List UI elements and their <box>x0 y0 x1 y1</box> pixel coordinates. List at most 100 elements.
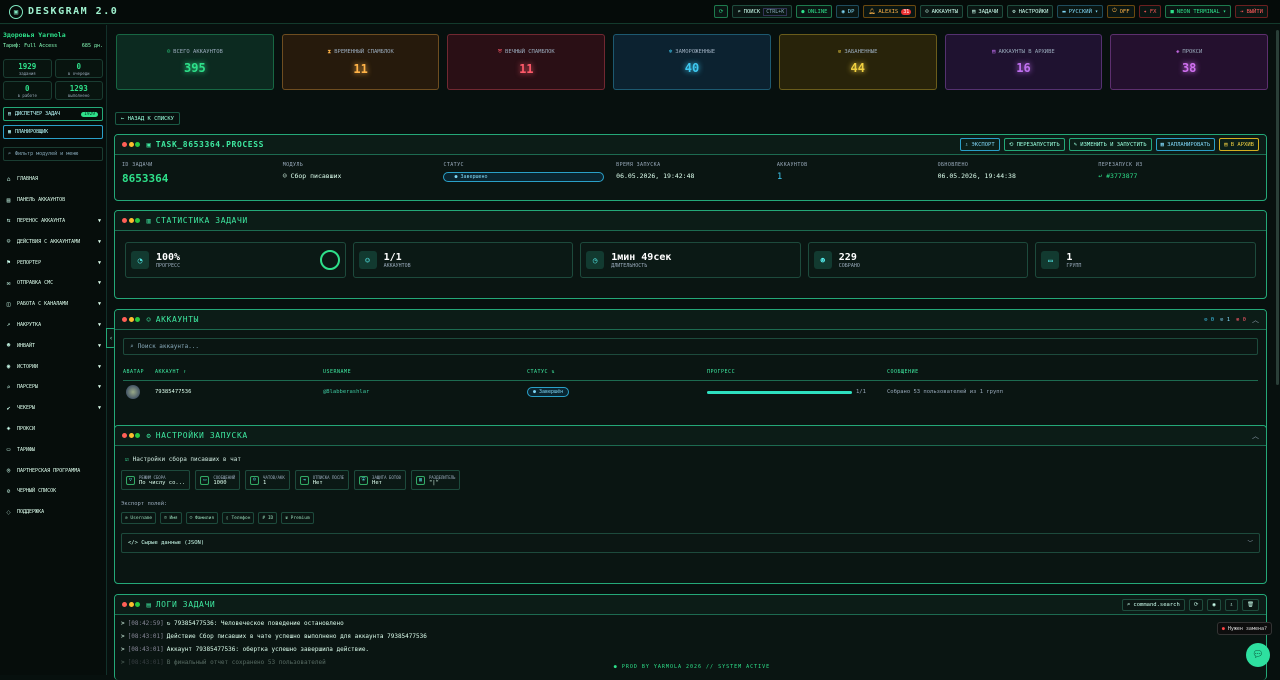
export-field-chip[interactable]: ⊙ Username <box>121 512 157 524</box>
log-refresh-button[interactable]: ⟳ <box>1188 598 1204 611</box>
sidebar-item[interactable]: ⌂ ГЛАВНАЯ <box>0 169 106 190</box>
table-row[interactable]: 79385477536 @Blabberashlar ● Завершён 1/… <box>123 381 1258 403</box>
archive-button[interactable]: ▤ В АРХИВ <box>1219 138 1259 151</box>
sidebar-item[interactable]: ◉ ИСТОРИИ ▼ <box>0 356 106 377</box>
account-search-input[interactable]: ⌕ Поиск аккаунта... <box>123 338 1258 355</box>
flag-icon: ▬ <box>1062 8 1066 15</box>
updated-label: ОБНОВЛЕНО <box>937 162 969 168</box>
planner-button[interactable]: ▦ ПЛАНИРОВЩИК <box>3 125 103 139</box>
tasks-button[interactable]: ▤ ЗАДАЧИ <box>967 5 1004 18</box>
dispatcher-button[interactable]: ▤ ДИСПЕТЧЕР ЗАДАЧ 1929 <box>3 107 103 121</box>
summary-card[interactable]: ⊘ ЗАБАНЕННЫЕ 44 <box>778 34 937 90</box>
export-button[interactable]: ⇩ ЭКСПОРТ <box>959 138 1000 151</box>
row-progress-bar <box>707 390 852 394</box>
theme-select[interactable]: ■ NEON TERMINAL ▾ <box>1165 5 1232 18</box>
nav-icon: ⊘ <box>6 487 11 495</box>
sidebar-item[interactable]: ▤ ПАНЕЛЬ АККАУНТОВ <box>0 190 106 211</box>
stat-tile: ☺ 1/1 АККАУНТОВ <box>352 242 574 278</box>
sidebar-item[interactable]: ☻ ИНВАЙТ ▼ <box>0 335 106 356</box>
col-status[interactable]: СТАТУС ⇅ <box>527 369 707 375</box>
sound-toggle[interactable]: ⏻ OFF <box>1107 5 1135 18</box>
sidebar-item[interactable]: ☺ ДЕЙСТВИЯ С АККАУНТАМИ ▼ <box>0 231 106 252</box>
sidebar-item[interactable]: ◎ ПАРТНЕРСКАЯ ПРОГРАММА <box>0 460 106 481</box>
export-field-chip[interactable]: ▯ Телефон <box>222 512 255 524</box>
schedule-button[interactable]: ▦ ЗАПЛАНИРОВАТЬ <box>1155 138 1216 151</box>
col-account[interactable]: АККАУНТ ↑ <box>155 369 323 375</box>
restart-button[interactable]: ⟲ ПЕРЕЗАПУСТИТЬ <box>1003 138 1065 151</box>
dp-button[interactable]: ◉ DP <box>836 5 860 18</box>
help-popup[interactable]: ● Нужен замена? <box>1216 622 1272 635</box>
settings-button[interactable]: ⚙ НАСТРОЙКИ <box>1007 5 1054 18</box>
summary-icon: ⧗ <box>327 48 332 55</box>
raw-json-toggle[interactable]: </> Сырые данные (JSON) ﹀ <box>121 533 1260 553</box>
sidebar-item[interactable]: ✉ ОТПРАВКА СМС ▼ <box>0 273 106 294</box>
summary-card[interactable]: ⧗ ВРЕМЕННЫЙ СПАМБЛОК 11 <box>281 34 440 90</box>
export-field-chip[interactable]: # ID <box>258 512 278 524</box>
export-field-chip[interactable]: ☺ Имя <box>160 512 182 524</box>
stat-label: в работе <box>17 93 37 98</box>
status-label: СТАТУС <box>443 162 464 168</box>
chat-button[interactable]: 💬︎ <box>1246 643 1270 667</box>
caret-down-icon: ▼ <box>97 342 101 349</box>
scrollbar[interactable] <box>1276 30 1279 385</box>
edit-and-run-button[interactable]: ✎ ИЗМЕНИТЬ И ЗАПУСТИТЬ <box>1068 138 1152 151</box>
log-time: [08:43:01] <box>127 646 164 653</box>
stats-card-title: СТАТИСТИКА ЗАДАЧИ <box>155 216 248 225</box>
plan-label: Тариф: Full Access <box>3 43 58 49</box>
refresh-button[interactable]: ⟳ <box>713 5 729 18</box>
sidebar-item-label: ПАНЕЛЬ АККАУНТОВ <box>17 197 66 204</box>
summary-value: 395 <box>184 61 206 75</box>
nav-icon: ☻ <box>6 342 11 350</box>
summary-label: ЗАБАНЕННЫЕ <box>844 49 878 55</box>
sidebar-item[interactable]: ⚑ РЕПОРТЕР ▼ <box>0 252 106 273</box>
export-field-chip[interactable]: ☺ Фамилия <box>185 512 219 524</box>
notifications-button[interactable]: 🔔︎ ALEXIS 31 <box>863 5 917 18</box>
settings-params: ▽ РЕЖИМ СБОРА По числу со... ▭ СООБЩЕНИЙ 1000… <box>115 470 1266 490</box>
window-dots <box>122 217 142 225</box>
chevron-up-icon[interactable]: ︿ <box>1252 431 1259 441</box>
sidebar-item[interactable]: ⇆ ПЕРЕНОС АККАУНТА ▼ <box>0 211 106 232</box>
task-id: 8653364 <box>122 172 169 185</box>
log-search-input[interactable]: ⌕ command.search <box>1121 598 1185 611</box>
log-download-button[interactable]: ⇩ <box>1224 598 1239 611</box>
summary-card[interactable]: ⛨ ВЕЧНЫЙ СПАМБЛОК 11 <box>447 34 606 90</box>
sidebar-item[interactable]: ↗ НАКРУТКА ▼ <box>0 315 106 336</box>
log-clear-button[interactable]: 🗑︎ <box>1242 598 1259 611</box>
module-filter-input[interactable]: ⌕ Фильтр модулей и меню <box>3 147 103 161</box>
sidebar-item[interactable]: ▭ ТАРИФЫ <box>0 439 106 460</box>
nav-icon: ✔ <box>6 404 11 412</box>
summary-card[interactable]: ❄ ЗАМОРОЖЕННЫЕ 40 <box>613 34 771 90</box>
online-status[interactable]: ● ONLINE <box>796 5 833 18</box>
logout-button[interactable]: ⇥ ВЫЙТИ <box>1235 5 1268 18</box>
log-filter-button[interactable]: ◉ <box>1207 598 1221 611</box>
settings-card-header: ⚙ НАСТРОЙКИ ЗАПУСКА ︿ <box>115 426 1266 446</box>
sidebar-stat: 1293 выполнено <box>54 81 103 100</box>
chevron-down-icon: ▾ <box>1094 8 1099 15</box>
sidebar-item[interactable]: ⊘ ЧЕРНЫЙ СПИСОК <box>0 481 106 502</box>
accounts-button[interactable]: ☺ АККАУНТЫ <box>920 5 964 18</box>
count-done: ⊙ 1 <box>1220 316 1231 323</box>
fx-toggle[interactable]: ✦ FX <box>1138 5 1162 18</box>
count-error: ⊗ 0 <box>1236 316 1246 323</box>
sidebar-item[interactable]: ◫ РАБОТА С КАНАЛАМИ ▼ <box>0 294 106 315</box>
stats-card-header: ▥ СТАТИСТИКА ЗАДАЧИ <box>115 211 1266 231</box>
back-to-list-button[interactable]: ← НАЗАД К СПИСКУ <box>115 112 180 125</box>
sidebar-item[interactable]: ◈ ПРОКСИ <box>0 419 106 440</box>
sidebar-item[interactable]: ◌ ПОДДЕРЖКА <box>0 502 106 523</box>
param-value: 1000 <box>213 479 227 486</box>
restart-from-link[interactable]: ↩ #3773877 <box>1098 172 1259 180</box>
task-card-header: ▣ TASK_8653364.PROCESS ⇩ ЭКСПОРТ ⟲ ПЕРЕЗ… <box>115 135 1266 155</box>
app-logo[interactable]: ▣ DESKGRAM 2.0 <box>0 4 240 19</box>
summary-icon: ☺ <box>166 49 171 55</box>
summary-icon: ⛨ <box>497 48 503 55</box>
chevron-up-icon[interactable]: ︿ <box>1252 315 1259 325</box>
window-dots <box>122 601 142 609</box>
summary-card[interactable]: ◈ ПРОКСИ 38 <box>1110 34 1269 90</box>
sidebar-item[interactable]: ⌕ ПАРСЕРЫ ▼ <box>0 377 106 398</box>
sidebar-item[interactable]: ✔ ЧЕКЕРЫ ▼ <box>0 398 106 419</box>
search-button[interactable]: ⌕ ПОИСК CTRL+K <box>732 5 793 18</box>
export-field-chip[interactable]: ♛ Premium <box>281 512 314 524</box>
summary-card[interactable]: ▤ АККАУНТЫ В АРХИВЕ 16 <box>944 34 1103 90</box>
summary-card[interactable]: ☺ ВСЕГО АККАУНТОВ 395 <box>116 34 274 90</box>
language-select[interactable]: ▬ РУССКИЙ ▾ <box>1057 5 1104 18</box>
